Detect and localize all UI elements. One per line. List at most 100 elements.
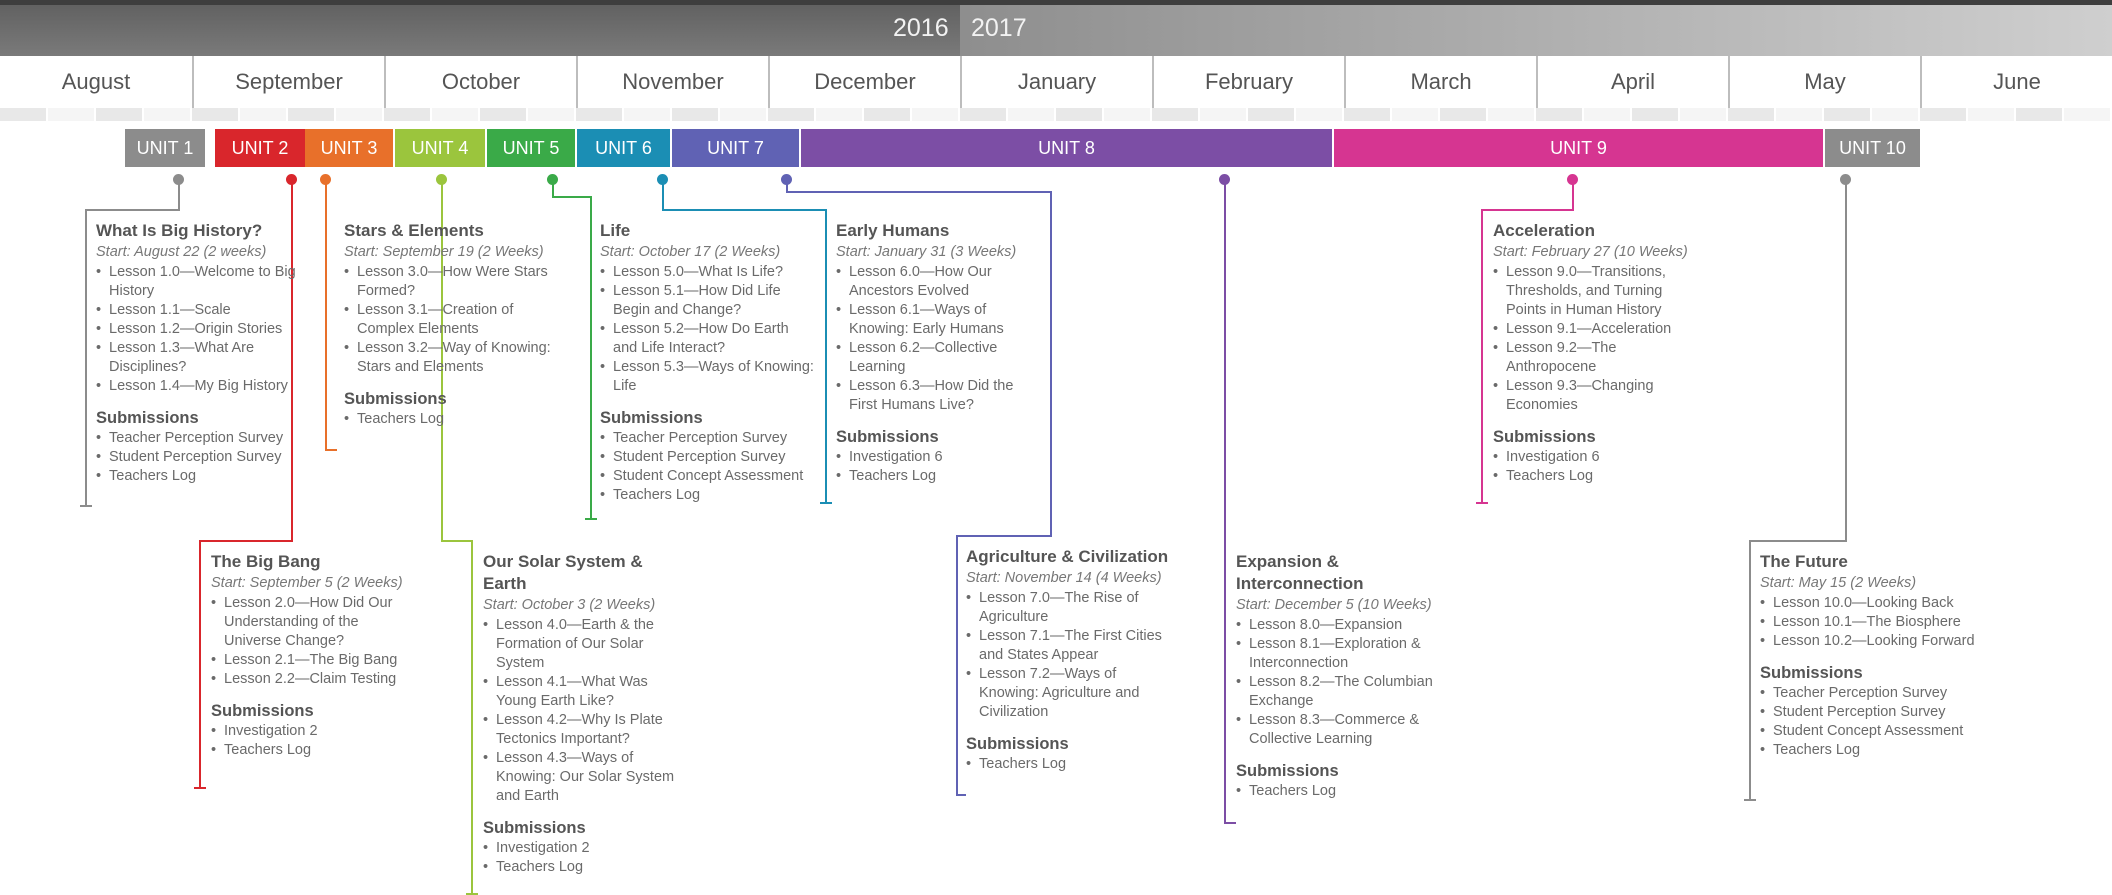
submission-item: Teacher Perception Survey [96, 429, 296, 448]
week-cell [864, 108, 910, 121]
lesson-item: Lesson 9.1—Acceleration [1493, 320, 1693, 339]
card-start-date: Start: November 14 (4 Weeks) [966, 570, 1162, 586]
week-cell [96, 108, 142, 121]
week-cell [480, 108, 526, 121]
submission-item: Teachers Log [96, 467, 296, 486]
submission-list: Teacher Perception Survey Student Percep… [96, 429, 296, 486]
week-cell [240, 108, 286, 121]
lesson-list: Lesson 2.0—How Did Our Understanding of … [211, 594, 406, 689]
connector-segment [85, 209, 87, 505]
submission-item: Investigation 6 [1493, 448, 1693, 467]
submissions-heading: Submissions [1493, 428, 1596, 446]
submission-list: Teacher Perception Survey Student Percep… [600, 429, 815, 505]
card-start-date: Start: August 22 (2 weeks) [96, 244, 267, 260]
week-cell [1248, 108, 1294, 121]
year-label-2017: 2017 [971, 14, 1027, 42]
submission-item: Student Concept Assessment [1760, 722, 1975, 741]
submission-item: Teachers Log [966, 755, 1176, 774]
submission-item: Investigation 2 [483, 839, 688, 858]
week-cell [1728, 108, 1774, 121]
month-august: August [0, 56, 192, 108]
week-cell [1824, 108, 1870, 121]
card-title: What Is Big History? [96, 221, 263, 240]
submissions-heading: Submissions [836, 428, 939, 446]
submission-item: Teachers Log [1760, 741, 1975, 760]
week-cell [1584, 108, 1630, 121]
card-title: Expansion & Interconnection [1236, 552, 1364, 593]
submissions-heading: Submissions [600, 409, 703, 427]
week-cell [1008, 108, 1054, 121]
card-title: Life [600, 221, 631, 240]
card-title: Acceleration [1493, 221, 1596, 240]
lesson-item: Lesson 2.0—How Did Our Understanding of … [211, 594, 406, 651]
week-cell [1920, 108, 1966, 121]
connector-segment [325, 449, 337, 451]
connector-segment [956, 535, 1052, 537]
month-january: January [960, 56, 1152, 108]
week-cell [528, 108, 574, 121]
lesson-item: Lesson 1.1—Scale [96, 301, 296, 320]
lesson-item: Lesson 7.1—The First Cities and States A… [966, 627, 1176, 665]
connector-segment [552, 196, 592, 198]
unit-8-card: Expansion & Interconnection Start: Decem… [1236, 551, 1436, 801]
connector-segment [199, 540, 201, 787]
week-cell [1104, 108, 1150, 121]
unit-2-card: The Big Bang Start: September 5 (2 Weeks… [211, 551, 406, 760]
month-september: September [192, 56, 384, 108]
lesson-item: Lesson 1.2—Origin Stories [96, 320, 296, 339]
connector-segment [325, 179, 327, 449]
lesson-item: Lesson 1.0—Welcome to Big History [96, 263, 296, 301]
unit-9-bar: UNIT 9 [1334, 129, 1823, 167]
week-cell [336, 108, 382, 121]
week-cell [1632, 108, 1678, 121]
card-start-date: Start: September 19 (2 Weeks) [344, 244, 544, 260]
connector-segment [1050, 191, 1052, 535]
week-cell [2016, 108, 2062, 121]
submission-item: Teachers Log [1236, 782, 1436, 801]
connector-segment [1749, 540, 1847, 542]
unit-6-bar: UNIT 6 [577, 129, 670, 167]
submission-list: Teacher Perception Survey Student Percep… [1760, 684, 1975, 760]
year-bar: 2016 2017 [0, 0, 2112, 56]
week-cell [1056, 108, 1102, 121]
week-cell [720, 108, 766, 121]
month-may: May [1728, 56, 1920, 108]
submission-list: Teachers Log [344, 410, 554, 429]
submission-item: Student Concept Assessment [600, 467, 815, 486]
connector-segment [1224, 822, 1236, 824]
submission-item: Teacher Perception Survey [600, 429, 815, 448]
week-cell [768, 108, 814, 121]
lesson-item: Lesson 2.2—Claim Testing [211, 670, 406, 689]
connector-segment [956, 794, 966, 796]
lesson-item: Lesson 8.1—Exploration & Interconnection [1236, 635, 1436, 673]
unit-1-bar: UNIT 1 [125, 129, 205, 167]
submission-item: Teachers Log [600, 486, 815, 505]
month-december: December [768, 56, 960, 108]
week-cell [1200, 108, 1246, 121]
lesson-item: Lesson 6.2—Collective Learning [836, 339, 1031, 377]
lesson-list: Lesson 5.0—What Is Life? Lesson 5.1—How … [600, 263, 815, 396]
month-header: August September October November Decemb… [0, 56, 2112, 121]
week-cell [624, 108, 670, 121]
lesson-list: Lesson 1.0—Welcome to Big History Lesson… [96, 263, 296, 396]
card-title: Stars & Elements [344, 221, 484, 240]
card-title: Our Solar System & Earth [483, 552, 643, 593]
week-cell [960, 108, 1006, 121]
week-cell [816, 108, 862, 121]
unit-8-bar: UNIT 8 [801, 129, 1332, 167]
unit-1-card: What Is Big History? Start: August 22 (2… [96, 220, 296, 486]
card-start-date: Start: May 15 (2 Weeks) [1760, 575, 1917, 591]
week-cell [0, 108, 46, 121]
submission-list: Investigation 2 Teachers Log [211, 722, 406, 760]
lesson-item: Lesson 5.1—How Did Life Begin and Change… [600, 282, 815, 320]
week-cell [48, 108, 94, 121]
connector-segment [1572, 179, 1574, 209]
lesson-item: Lesson 3.2—Way of Knowing: Stars and Ele… [344, 339, 554, 377]
week-cell [1776, 108, 1822, 121]
lesson-item: Lesson 9.0—Transitions, Thresholds, and … [1493, 263, 1693, 320]
unit-5-bar: UNIT 5 [487, 129, 575, 167]
submission-list: Investigation 6 Teachers Log [836, 448, 1031, 486]
submission-item: Teachers Log [344, 410, 554, 429]
connector-segment [956, 535, 958, 794]
card-start-date: Start: January 31 (3 Weeks) [836, 244, 1017, 260]
